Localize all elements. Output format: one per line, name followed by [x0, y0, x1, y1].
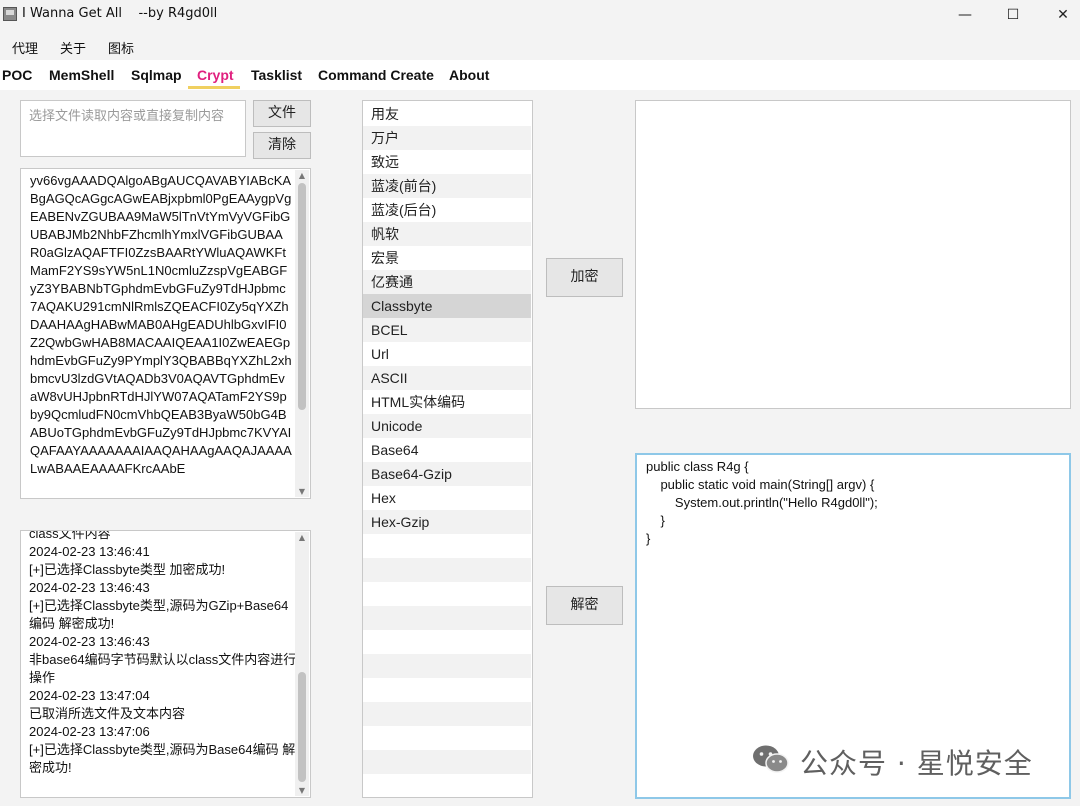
- tab-memshell[interactable]: MemShell: [49, 67, 114, 83]
- list-filler: [363, 606, 531, 630]
- tab-crypt[interactable]: Crypt: [197, 67, 234, 83]
- tab-sqlmap[interactable]: Sqlmap: [131, 67, 182, 83]
- list-filler: [363, 534, 531, 558]
- list-item[interactable]: 亿赛通: [363, 270, 531, 294]
- log-line: [+]已选择Classbyte类型 加密成功!: [29, 562, 226, 577]
- list-item[interactable]: 帆软: [363, 222, 531, 246]
- list-item[interactable]: Base64: [363, 438, 531, 462]
- list-item[interactable]: BCEL: [363, 318, 531, 342]
- list-item[interactable]: Hex: [363, 486, 531, 510]
- list-item[interactable]: 万户: [363, 126, 531, 150]
- scroll-up-icon[interactable]: ▲: [297, 533, 307, 542]
- encrypt-button[interactable]: 加密: [546, 258, 623, 297]
- encoded-scrollbar[interactable]: ▲ ▼: [295, 170, 309, 497]
- decrypt-button[interactable]: 解密: [546, 586, 623, 625]
- list-item[interactable]: 蓝凌(前台): [363, 174, 531, 198]
- encoded-text-area[interactable]: yv66vgAAADQAlgoABgAUCQAVABYIABcKABgAGQcA…: [20, 168, 311, 499]
- encoded-text: yv66vgAAADQAlgoABgAUCQAVABYIABcKABgAGQcA…: [30, 173, 292, 476]
- clear-button[interactable]: 清除: [253, 132, 311, 159]
- log-line: class文件内容: [29, 530, 111, 541]
- tab-tasklist[interactable]: Tasklist: [251, 67, 302, 83]
- title-bar: I Wanna Get All --by R4gd0ll — ☐ ✕: [0, 0, 1080, 30]
- log-area[interactable]: class文件内容 2024-02-23 13:46:41 [+]已选择Clas…: [20, 530, 311, 798]
- list-item-selected[interactable]: Classbyte: [363, 294, 531, 318]
- file-button[interactable]: 文件: [253, 100, 311, 127]
- list-item[interactable]: Hex-Gzip: [363, 510, 531, 534]
- list-filler: [363, 582, 531, 606]
- crypt-type-list[interactable]: 用友 万户 致远 蓝凌(前台) 蓝凌(后台) 帆软 宏景 亿赛通 Classby…: [362, 100, 533, 798]
- log-line: 非base64编码字节码默认以class文件内容进行操作: [29, 652, 297, 685]
- scroll-up-icon[interactable]: ▲: [297, 171, 307, 180]
- tab-poc[interactable]: POC: [2, 67, 32, 83]
- log-line: 2024-02-23 13:46:41: [29, 544, 150, 559]
- list-filler: [363, 678, 531, 702]
- list-filler: [363, 558, 531, 582]
- list-filler: [363, 654, 531, 678]
- menu-icon[interactable]: 图标: [108, 38, 134, 57]
- menu-about[interactable]: 关于: [60, 38, 86, 57]
- menu-proxy[interactable]: 代理: [12, 38, 38, 57]
- log-line: [+]已选择Classbyte类型,源码为GZip+Base64编码 解密成功!: [29, 598, 289, 631]
- menu-bar: 代理 关于 图标: [0, 32, 1080, 60]
- list-item[interactable]: 蓝凌(后台): [363, 198, 531, 222]
- list-item[interactable]: ASCII: [363, 366, 531, 390]
- window-title: I Wanna Get All --by R4gd0ll: [22, 6, 218, 21]
- tab-command-create[interactable]: Command Create: [318, 67, 434, 83]
- active-tab-indicator: [188, 86, 240, 89]
- log-line: 2024-02-23 13:47:06: [29, 724, 150, 739]
- input-placeholder: 选择文件读取内容或直接复制内容: [29, 109, 225, 124]
- scroll-thumb[interactable]: [298, 183, 306, 410]
- output-text-area[interactable]: [635, 100, 1071, 409]
- log-line: 已取消所选文件及文本内容: [29, 706, 186, 721]
- list-item[interactable]: Url: [363, 342, 531, 366]
- maximize-button[interactable]: ☐: [988, 0, 1038, 30]
- list-filler: [363, 750, 531, 774]
- list-item[interactable]: 宏景: [363, 246, 531, 270]
- wechat-icon: [753, 745, 789, 773]
- log-list: class文件内容 2024-02-23 13:46:41 [+]已选择Clas…: [29, 530, 299, 777]
- log-line: [+]已选择Classbyte类型,源码为Base64编码 解密成功!: [29, 742, 296, 775]
- log-line: 2024-02-23 13:46:43: [29, 580, 150, 595]
- list-item[interactable]: Unicode: [363, 414, 531, 438]
- list-filler: [363, 774, 531, 797]
- list-item[interactable]: Base64-Gzip: [363, 462, 531, 486]
- list-item[interactable]: HTML实体编码: [363, 390, 531, 414]
- scroll-down-icon[interactable]: ▼: [297, 786, 307, 795]
- watermark-text: 公众号 · 星悦安全: [800, 747, 1033, 780]
- list-filler: [363, 726, 531, 750]
- tab-about[interactable]: About: [449, 67, 489, 83]
- scroll-thumb[interactable]: [298, 672, 306, 782]
- minimize-button[interactable]: —: [940, 0, 990, 30]
- list-filler: [363, 630, 531, 654]
- list-item[interactable]: 致远: [363, 150, 531, 174]
- log-scrollbar[interactable]: ▲ ▼: [295, 532, 309, 796]
- source-code: public class R4g { public static void ma…: [646, 459, 878, 546]
- scroll-down-icon[interactable]: ▼: [297, 487, 307, 496]
- tab-bar: POC MemShell Sqlmap Crypt Tasklist Comma…: [0, 60, 1080, 90]
- app-icon: [3, 7, 17, 21]
- log-line: 2024-02-23 13:47:04: [29, 688, 150, 703]
- log-line: 2024-02-23 13:46:43: [29, 634, 150, 649]
- list-filler: [363, 702, 531, 726]
- file-input-field[interactable]: 选择文件读取内容或直接复制内容: [20, 100, 246, 157]
- list-item[interactable]: 用友: [363, 102, 531, 126]
- close-button[interactable]: ✕: [1038, 0, 1080, 30]
